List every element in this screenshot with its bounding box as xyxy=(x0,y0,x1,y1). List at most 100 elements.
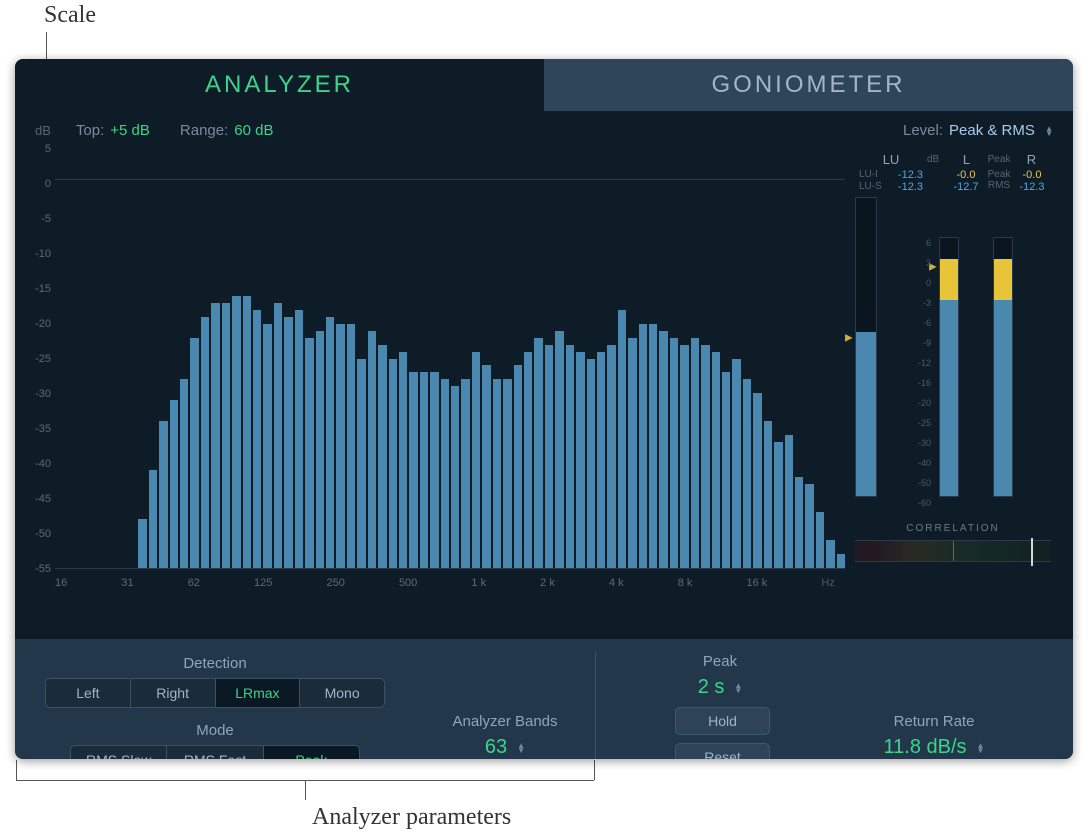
tab-goniometer[interactable]: GONIOMETER xyxy=(544,59,1073,111)
y-tick: -20 xyxy=(35,318,51,330)
x-tick: 125 xyxy=(254,577,272,589)
db-tick: -20 xyxy=(918,398,931,408)
bands-value[interactable]: 63 ▲▼ xyxy=(445,736,565,759)
db-tick: 0 xyxy=(926,278,931,288)
correlation-meter xyxy=(855,540,1051,562)
y-tick: 5 xyxy=(45,143,51,155)
return-rate-col: Return Rate 11.8 dB/s ▲▼ xyxy=(795,639,1073,759)
analyzer-bar xyxy=(639,324,647,568)
x-tick: 31 xyxy=(121,577,133,589)
scale-unit: dB xyxy=(35,123,51,138)
level-readouts: LU-I-12.3 LU-S-12.3 -0.0 -12.7 Peak RMS … xyxy=(855,169,1051,193)
analyzer-bar xyxy=(378,345,386,568)
correlation-label: CORRELATION xyxy=(855,523,1051,534)
analyzer-bar xyxy=(816,512,824,568)
analyzer-bar xyxy=(263,324,271,568)
top-value[interactable]: +5 dB xyxy=(110,122,150,139)
return-rate-value[interactable]: 11.8 dB/s ▲▼ xyxy=(825,736,1043,759)
correlation-needle xyxy=(1031,538,1033,566)
reset-button[interactable]: Reset xyxy=(675,743,770,759)
level-headers: LU dB L Peak R xyxy=(855,149,1051,169)
l-meter-peak xyxy=(940,259,958,300)
lu-arrow-left: ▶ xyxy=(845,333,853,344)
analyzer-bar xyxy=(795,477,803,568)
analyzer-bar xyxy=(576,352,584,568)
analyzer-bar xyxy=(305,338,313,568)
db-scale: ▶ 630-3-6-9-12-16-20-25-30-40-50-60 xyxy=(913,203,933,497)
peak-title: Peak xyxy=(675,653,765,670)
x-tick: Hz xyxy=(821,577,834,589)
level-meters: LU dB L Peak R LU-I-12.3 LU-S-12.3 -0.0 … xyxy=(855,149,1071,639)
analyzer-bar xyxy=(649,324,657,568)
peak-header: Peak xyxy=(986,154,1012,165)
callout-param-bracket-l xyxy=(16,760,17,780)
mode-seg-rms-fast[interactable]: RMS Fast xyxy=(167,746,263,759)
db-tick: -12 xyxy=(918,358,931,368)
detection-seg-right[interactable]: Right xyxy=(131,679,216,707)
db-tick: 3 xyxy=(926,258,931,268)
db-tick: -3 xyxy=(923,298,931,308)
analyzer-bar xyxy=(274,303,282,568)
mode-seg-rms-slow[interactable]: RMS Slow xyxy=(71,746,167,759)
analyzer-bar xyxy=(243,296,251,568)
db-tick: -9 xyxy=(923,338,931,348)
y-tick: -55 xyxy=(35,563,51,575)
analyzer-bar xyxy=(170,400,178,568)
analyzer-bar xyxy=(159,421,167,568)
stepper-icon: ▲▼ xyxy=(517,743,525,753)
analyzer-bar xyxy=(253,310,261,568)
x-tick: 16 k xyxy=(747,577,768,589)
return-rate-title: Return Rate xyxy=(825,713,1043,730)
callout-params: Analyzer parameters xyxy=(312,804,511,831)
db-tick: -16 xyxy=(918,378,931,388)
analyzer-bar xyxy=(587,359,595,569)
level-mode[interactable]: Peak & RMS ▲▼ xyxy=(949,122,1053,139)
x-tick: 62 xyxy=(188,577,200,589)
analyzer-bar xyxy=(618,310,626,568)
analyzer-bar xyxy=(785,435,793,568)
analyzer-bar xyxy=(670,338,678,568)
analyzer-bar xyxy=(607,345,615,568)
stepper-icon: ▲▼ xyxy=(977,743,985,753)
range-value[interactable]: 60 dB xyxy=(234,122,273,139)
tab-bar: ANALYZER GONIOMETER xyxy=(15,59,1073,111)
y-tick: -30 xyxy=(35,388,51,400)
scale-row: dB Top: +5 dB Range: 60 dB Level: Peak &… xyxy=(15,111,1073,149)
analyzer-bar xyxy=(190,338,198,568)
y-tick: -15 xyxy=(35,283,51,295)
analyzer-bar xyxy=(597,352,605,568)
analyzer-bar xyxy=(430,372,438,568)
r-meter xyxy=(993,237,1013,497)
db-header: dB xyxy=(927,154,947,165)
analyzer-bar xyxy=(409,372,417,568)
meter-bars: ▶ ▶ 630-3-6-9-12-16-20-25-30-40-50-60 xyxy=(855,197,1051,497)
lu-header: LU xyxy=(855,152,927,167)
analyzer-bar xyxy=(680,345,688,568)
analyzer-bar xyxy=(691,338,699,568)
x-tick: 250 xyxy=(326,577,344,589)
detection-seg-mono[interactable]: Mono xyxy=(300,679,384,707)
mode-seg-peak[interactable]: Peak xyxy=(264,746,359,759)
detection-seg-lrmax[interactable]: LRmax xyxy=(216,679,301,707)
peak-value[interactable]: 2 s ▲▼ xyxy=(675,676,765,699)
analyzer-graph: 50-5-10-15-20-25-30-35-40-45-50-55 xyxy=(55,149,845,569)
hold-button[interactable]: Hold xyxy=(675,707,770,735)
detection-segmented: LeftRightLRmaxMono xyxy=(45,678,385,708)
tab-analyzer[interactable]: ANALYZER xyxy=(15,59,544,111)
analyzer-bar xyxy=(201,317,209,568)
l-readout: -0.0 -12.7 xyxy=(947,169,985,193)
detection-seg-left[interactable]: Left xyxy=(46,679,131,707)
lu-readouts: LU-I-12.3 LU-S-12.3 xyxy=(855,169,927,193)
analyzer-bar xyxy=(357,359,365,569)
callout-param-stem xyxy=(305,780,306,800)
analyzer-bar xyxy=(399,352,407,568)
x-tick: 500 xyxy=(399,577,417,589)
analyzer-bar xyxy=(493,379,501,568)
analyzer-bar xyxy=(826,540,834,568)
y-tick: -5 xyxy=(41,213,51,225)
r-readout: -0.0 -12.3 xyxy=(1013,169,1051,193)
range-label: Range: xyxy=(180,122,228,139)
r-header: R xyxy=(1012,152,1051,167)
analyzer-bar xyxy=(472,352,480,568)
parameters: Detection LeftRightLRmaxMono Mode RMS Sl… xyxy=(15,639,1073,759)
